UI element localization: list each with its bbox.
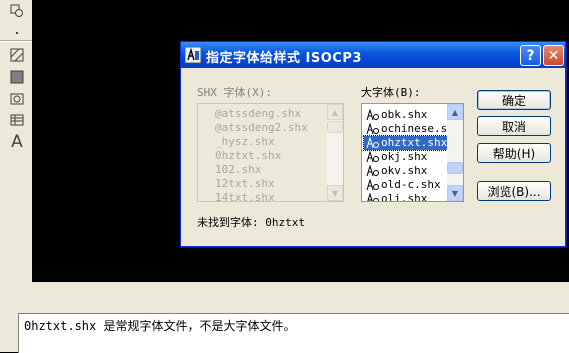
list-item[interactable]: 102.shx (198, 163, 261, 177)
list-item-label: oli.shx (381, 192, 428, 202)
font-file-icon (366, 109, 379, 121)
list-item[interactable]: okv.shx (364, 164, 427, 178)
close-icon: ✕ (547, 47, 560, 64)
big-font-list[interactable]: obk.shx ochinese.sh ohztxt.shx okj.shx o… (361, 103, 464, 202)
list-item[interactable]: old-c.shx (364, 178, 441, 192)
gradient-icon[interactable] (8, 68, 26, 86)
big-font-label: 大字体(B): (361, 86, 421, 99)
table-icon[interactable] (8, 111, 26, 129)
list-item[interactable]: okj.shx (364, 150, 427, 164)
font-file-icon (366, 165, 379, 177)
cancel-button[interactable]: 取消 (477, 116, 551, 136)
scroll-down-arrow-icon[interactable]: ▼ (447, 185, 463, 201)
list-item-selected[interactable]: ohztxt.shx (362, 135, 449, 151)
font-not-found-message: 未找到字体: 0hztxt (197, 216, 305, 229)
scroll-thumb[interactable] (447, 162, 463, 174)
dialog-title: 指定字体给样式 ISOCP3 (206, 51, 362, 66)
command-window[interactable]: 0hztxt.shx 是常规字体文件，不是大字体文件。 (18, 313, 569, 353)
list-item-label: ochinese.sh (381, 122, 454, 135)
question-mark-icon: ? (526, 47, 535, 64)
list-item[interactable]: _hysz.shx (198, 135, 275, 149)
list-item[interactable]: 12txt.shx (198, 177, 275, 191)
shx-list-scrollbar[interactable]: ▲ ▼ (327, 104, 343, 201)
list-item[interactable]: @atssdeng.shx (198, 107, 301, 121)
list-item[interactable]: oli.shx (364, 192, 428, 202)
help-button[interactable]: 帮助(H) (477, 143, 551, 163)
command-line-text: 0hztxt.shx 是常规字体文件，不是大字体文件。 (24, 319, 296, 333)
list-item-label: okv.shx (381, 164, 428, 177)
shx-font-list[interactable]: @atssdeng.shx @atssdeng2.shx _hysz.shx 0… (197, 103, 344, 202)
list-item-label: okj.shx (381, 150, 428, 163)
drawing-toolbar: A (0, 0, 32, 296)
list-item-label: ohztxt.shx (381, 136, 448, 149)
ok-button[interactable]: 确定 (477, 90, 551, 110)
assign-font-dialog: 指定字体给样式 ISOCP3 ? ✕ SHX 字体(X): 大字体(B): @a… (180, 41, 566, 247)
scroll-thumb[interactable] (327, 121, 343, 133)
dialog-titlebar[interactable]: 指定字体给样式 ISOCP3 ? ✕ (181, 42, 565, 68)
titlebar-help-button[interactable]: ? (520, 45, 541, 66)
list-item[interactable]: obk.shx (364, 108, 427, 122)
scroll-up-arrow-icon[interactable]: ▲ (447, 104, 463, 120)
font-file-icon (367, 193, 379, 201)
list-item-label: obk.shx (381, 108, 428, 121)
region-icon[interactable] (8, 2, 26, 20)
scroll-up-arrow-icon[interactable]: ▲ (327, 104, 343, 120)
font-file-icon (366, 123, 379, 135)
list-item[interactable]: @atssdeng2.shx (198, 121, 308, 135)
shx-font-label: SHX 字体(X): (197, 86, 272, 99)
font-file-icon (366, 137, 379, 149)
browse-button[interactable]: 浏览(B)... (477, 181, 551, 201)
scroll-down-arrow-icon[interactable]: ▼ (327, 185, 343, 201)
boundary-icon[interactable] (8, 90, 26, 108)
list-item[interactable]: 14txt.shx (198, 191, 275, 201)
list-item-label: old-c.shx (381, 178, 441, 191)
titlebar-close-button[interactable]: ✕ (543, 45, 564, 66)
big-list-scrollbar[interactable]: ▲ ▼ (447, 104, 463, 201)
font-file-icon (366, 179, 379, 191)
multiline-text-icon[interactable]: A (8, 132, 26, 152)
font-file-icon (366, 151, 379, 163)
autocad-app-icon (185, 47, 201, 63)
hatch-icon[interactable] (8, 46, 26, 64)
toolbar-separator (0, 40, 32, 42)
list-item[interactable]: 0hztxt.shx (198, 149, 281, 163)
list-item[interactable]: ochinese.sh (364, 122, 454, 136)
